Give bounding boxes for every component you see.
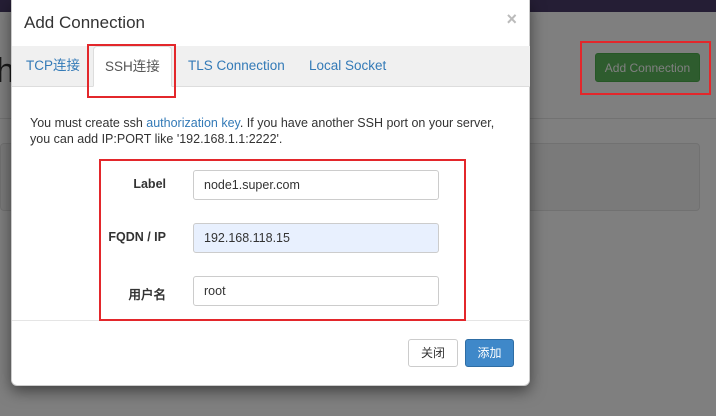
- tab-ssh[interactable]: SSH连接: [93, 46, 172, 87]
- modal-footer-divider: [12, 320, 530, 321]
- close-icon[interactable]: ×: [506, 9, 517, 30]
- modal-title: Add Connection: [24, 13, 145, 32]
- fqdn-ip-input[interactable]: [193, 223, 439, 253]
- info-text-before: You must create ssh: [30, 116, 147, 130]
- label-input[interactable]: [193, 170, 439, 200]
- username-input[interactable]: [193, 276, 439, 306]
- connection-type-tabs: TCP连接 SSH连接 TLS Connection Local Socket: [12, 46, 530, 87]
- close-button[interactable]: 关闭: [408, 339, 458, 367]
- authorization-key-link[interactable]: authorization key: [146, 116, 240, 130]
- add-connection-modal: Add Connection × TCP连接 SSH连接 TLS Connect…: [11, 0, 530, 386]
- add-button[interactable]: 添加: [465, 339, 514, 367]
- ssh-info-text: You must create ssh authorization key. I…: [30, 115, 510, 147]
- tab-local-socket[interactable]: Local Socket: [309, 46, 386, 86]
- label-field-label: Label: [133, 177, 166, 191]
- fqdn-field-label: FQDN / IP: [108, 230, 166, 244]
- username-field-label: 用户名: [128, 288, 166, 302]
- tab-tls[interactable]: TLS Connection: [188, 46, 285, 86]
- tab-tcp[interactable]: TCP连接: [26, 46, 80, 86]
